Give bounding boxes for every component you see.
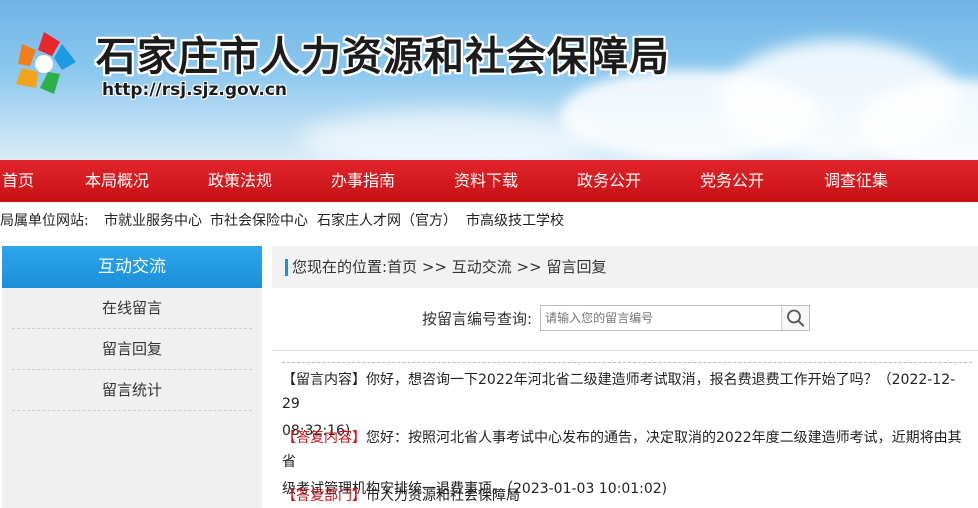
affiliated-sites-bar: 局属单位网站: 市就业服务中心 市社会保险中心 石家庄人才网（官方） 市高级技工…	[0, 202, 978, 240]
section-divider	[272, 350, 978, 351]
reply-department-tag: 【答复部门】	[282, 488, 366, 504]
breadcrumb-interaction[interactable]: 互动交流	[452, 258, 512, 276]
nav-item-downloads[interactable]: 资料下载	[454, 160, 518, 202]
nav-item-party-affairs[interactable]: 党务公开	[700, 160, 764, 202]
nav-item-surveys[interactable]: 调查征集	[824, 160, 888, 202]
link-talent-network[interactable]: 石家庄人才网（官方）	[317, 202, 457, 240]
search-icon	[787, 309, 805, 327]
link-technical-school[interactable]: 市高级技工学校	[466, 202, 564, 240]
reply-content-text: 您好：按照河北省人事考试中心发布的通告，决定取消的2022年度二级建造师考试，近…	[282, 430, 962, 470]
nav-item-guide[interactable]: 办事指南	[331, 160, 395, 202]
site-header: 石家庄市人力资源和社会保障局 http://rsj.sjz.gov.cn	[0, 0, 978, 160]
search-row: 按留言编号查询:	[422, 304, 811, 332]
header-cloud	[300, 110, 600, 160]
search-box	[540, 305, 811, 331]
bureau-logo-icon	[16, 32, 76, 94]
breadcrumb: 您现在的位置:首页 >> 互动交流 >> 留言回复	[272, 246, 978, 288]
affiliated-sites-label: 局属单位网站:	[0, 213, 89, 229]
sidebar-item-message-stats[interactable]: 留言统计	[12, 370, 252, 411]
main-content: 您现在的位置:首页 >> 互动交流 >> 留言回复 按留言编号查询: 【留言内容…	[272, 246, 978, 508]
breadcrumb-separator: >>	[511, 258, 547, 276]
breadcrumb-separator: >>	[417, 258, 452, 276]
link-social-insurance-center[interactable]: 市社会保险中心	[210, 202, 308, 240]
sidebar-item-message-replies[interactable]: 留言回复	[12, 329, 252, 370]
message-content-text: 你好，想咨询一下2022年河北省二级建造师考试取消，报名费退费工作开始了吗？（2…	[282, 372, 956, 412]
link-employment-center[interactable]: 市就业服务中心	[104, 202, 202, 240]
message-id-search-input[interactable]	[541, 306, 782, 330]
sidebar-title: 互动交流	[2, 246, 262, 288]
site-url[interactable]: http://rsj.sjz.gov.cn	[102, 80, 287, 100]
search-label: 按留言编号查询:	[422, 309, 533, 328]
search-button[interactable]	[781, 306, 810, 330]
nav-item-overview[interactable]: 本局概况	[85, 160, 149, 202]
nav-item-home[interactable]: 首页	[2, 160, 34, 202]
breadcrumb-home[interactable]: 首页	[387, 258, 417, 276]
sidebar-item-online-message[interactable]: 在线留言	[12, 288, 252, 329]
main-nav: 首页 本局概况 政策法规 办事指南 资料下载 政务公开 党务公开 调查征集	[0, 160, 978, 202]
reply-department: 【答复部门】市人力资源和社会保障局	[282, 484, 972, 508]
breadcrumb-prefix: 您现在的位置:	[292, 258, 388, 276]
sidebar: 互动交流 在线留言 留言回复 留言统计	[2, 246, 262, 508]
reply-department-name: 市人力资源和社会保障局	[366, 488, 520, 504]
breadcrumb-replies[interactable]: 留言回复	[546, 258, 606, 276]
message-divider	[282, 362, 972, 363]
nav-item-policies[interactable]: 政策法规	[208, 160, 272, 202]
site-title: 石家庄市人力资源和社会保障局	[96, 33, 670, 80]
reply-content-tag: 【答复内容】	[282, 430, 366, 446]
nav-item-gov-affairs[interactable]: 政务公开	[577, 160, 641, 202]
message-content-tag: 【留言内容】	[282, 372, 366, 388]
